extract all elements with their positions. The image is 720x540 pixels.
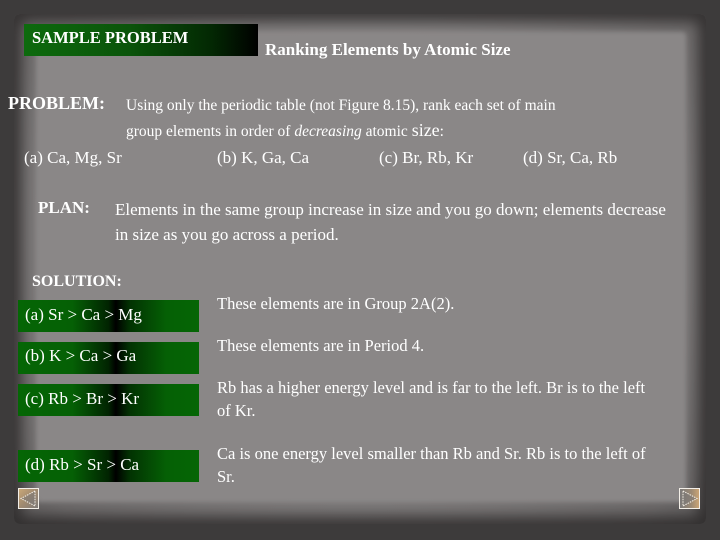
problem-text: Using only the periodic table (not Figur…	[126, 94, 556, 144]
problem-size-word: size	[411, 120, 440, 140]
answer-c: (c) Rb > Br > Kr	[25, 389, 140, 408]
explanation-a: These elements are in Group 2A(2).	[217, 294, 455, 313]
triangle-right-icon	[682, 490, 699, 507]
answer-b: (b) K > Ca > Ga	[25, 346, 137, 365]
explanation-b: These elements are in Period 4.	[217, 336, 425, 355]
problem-part-c: (c) Br, Rb, Kr	[379, 148, 474, 167]
problem-line-2-end: :	[439, 123, 444, 140]
solution-label: SOLUTION:	[32, 273, 122, 290]
problem-part-d: (d) Sr, Ca, Rb	[523, 148, 618, 167]
problem-label: PROBLEM:	[8, 93, 105, 113]
problem-line-2: group elements in order of decreasing at…	[126, 118, 556, 144]
sample-problem-label: SAMPLE PROBLEM	[32, 28, 189, 47]
problem-part-b: (b) K, Ga, Ca	[217, 148, 310, 167]
plan-label: PLAN:	[38, 198, 90, 217]
explanation-c: Rb has a higher energy level and is far …	[217, 378, 646, 420]
answer-a: (a) Sr > Ca > Mg	[25, 305, 142, 324]
plan-text: Elements in the same group increase in s…	[115, 200, 666, 244]
problem-line-1: Using only the periodic table (not Figur…	[126, 97, 556, 114]
next-slide-button[interactable]	[679, 488, 700, 509]
answer-d: (d) Rb > Sr > Ca	[25, 455, 140, 474]
problem-part-a: (a) Ca, Mg, Sr	[24, 148, 122, 167]
problem-emphasis: decreasing	[294, 123, 362, 140]
problem-line-2-mid: atomic	[361, 123, 412, 140]
slide-title: Ranking Elements by Atomic Size	[265, 40, 511, 59]
problem-line-2-pre: group elements in order of	[126, 123, 295, 140]
previous-slide-button[interactable]	[18, 488, 39, 509]
triangle-left-icon	[19, 490, 36, 507]
explanation-d: Ca is one energy level smaller than Rb a…	[217, 444, 646, 486]
